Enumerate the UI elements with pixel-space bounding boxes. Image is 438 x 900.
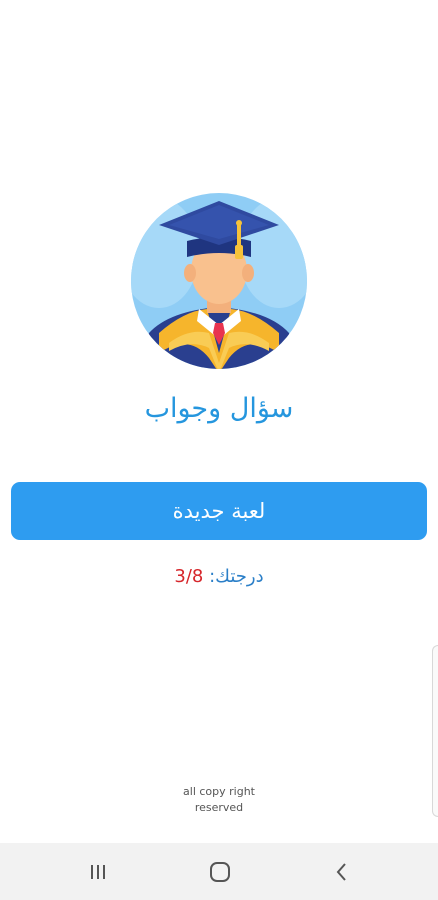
score-line: درجتك: 3/8 <box>0 566 438 587</box>
home-icon <box>210 862 230 882</box>
graduate-avatar-icon <box>131 193 307 369</box>
edge-panel-handle[interactable] <box>432 645 438 817</box>
copyright-line-1: all copy right <box>183 785 255 798</box>
score-label: درجتك: <box>209 566 264 587</box>
recents-button[interactable] <box>78 857 118 887</box>
app-screen: سؤال وجواب لعبة جديدة درجتك: 3/8 all cop… <box>0 0 438 900</box>
back-button[interactable] <box>322 857 362 887</box>
copyright-notice: all copy right reserved <box>0 784 438 816</box>
back-icon <box>336 863 346 881</box>
score-value: 3/8 <box>174 566 204 587</box>
new-game-button[interactable]: لعبة جديدة <box>11 482 427 540</box>
app-title: سؤال وجواب <box>144 393 294 424</box>
recents-icon <box>91 865 105 879</box>
system-navigation-bar <box>0 843 438 900</box>
copyright-line-2: reserved <box>194 801 244 814</box>
home-button[interactable] <box>200 857 240 887</box>
